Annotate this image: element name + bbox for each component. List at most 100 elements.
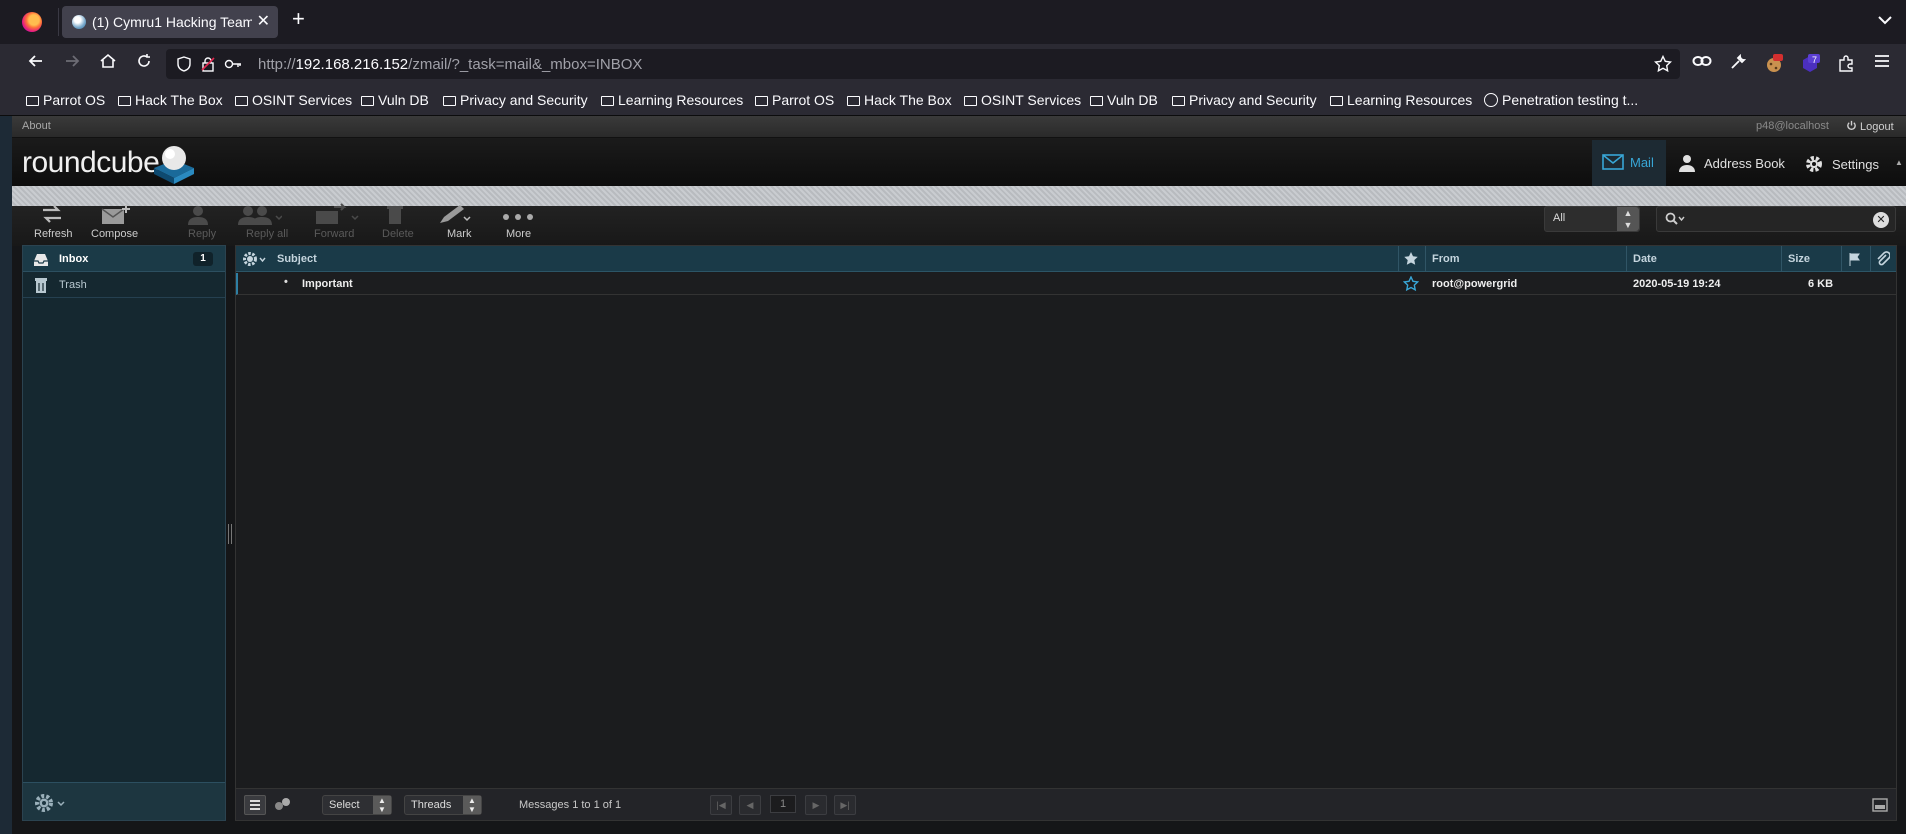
bookmark-folder[interactable]: OSINT Services bbox=[235, 92, 352, 108]
first-page-icon[interactable]: |◀ bbox=[710, 795, 732, 815]
reply-all-button[interactable]: Reply all bbox=[246, 228, 288, 240]
flag-star-icon[interactable] bbox=[1402, 275, 1420, 297]
clear-search-icon[interactable]: ✕ bbox=[1873, 212, 1889, 228]
collapse-header-icon[interactable]: ▲ bbox=[1895, 158, 1903, 167]
close-tab-icon[interactable]: ✕ bbox=[257, 11, 270, 31]
browser-tab[interactable]: (1) Cymru1 Hacking Team ✕ bbox=[62, 6, 278, 38]
settings-task-button[interactable]: Settings bbox=[1804, 154, 1879, 174]
last-page-icon[interactable]: ▶| bbox=[834, 795, 856, 815]
url-text[interactable]: http://192.168.216.152/zmail/?_task=mail… bbox=[258, 56, 642, 73]
bookmark-folder[interactable]: Learning Resources bbox=[1330, 92, 1472, 108]
app-menu-icon[interactable] bbox=[1872, 54, 1892, 74]
threads-dropdown[interactable]: Threads ▲ ▼ bbox=[404, 795, 482, 815]
message-count: Messages 1 to 1 of 1 bbox=[519, 799, 622, 811]
filter-select[interactable]: All ▲ ▼ bbox=[1544, 206, 1640, 232]
gear-icon bbox=[1806, 156, 1822, 172]
badge-extension-icon[interactable]: 7 bbox=[1800, 54, 1820, 74]
bookmark-folder[interactable]: Learning Resources bbox=[601, 92, 743, 108]
bookmark-folder[interactable]: Hack The Box bbox=[847, 92, 952, 108]
refresh-icon[interactable] bbox=[40, 203, 64, 225]
extensions-puzzle-icon[interactable] bbox=[1836, 54, 1856, 74]
forward-button[interactable]: Forward bbox=[314, 228, 354, 240]
flag-column-icon[interactable] bbox=[1848, 252, 1862, 271]
subject-column-header[interactable]: Subject bbox=[277, 253, 317, 265]
delete-button[interactable]: Delete bbox=[382, 228, 414, 240]
refresh-button[interactable]: Refresh bbox=[34, 228, 73, 240]
bookmark-folder[interactable]: Hack The Box bbox=[118, 92, 223, 108]
roundcube-favicon-icon bbox=[72, 15, 86, 29]
forward-icon[interactable] bbox=[314, 203, 360, 225]
page-number[interactable]: 1 bbox=[770, 795, 796, 813]
key-icon[interactable] bbox=[224, 56, 242, 77]
wrench-extension-icon[interactable] bbox=[1728, 53, 1748, 74]
bookmark-folder[interactable]: Vuln DB bbox=[361, 92, 429, 108]
preview-pane-toggle-icon[interactable] bbox=[1872, 798, 1888, 817]
next-page-icon[interactable]: ▶ bbox=[805, 795, 827, 815]
address-book-task-button[interactable]: Address Book bbox=[1678, 154, 1785, 172]
reply-icon[interactable] bbox=[184, 203, 210, 225]
list-view-icon[interactable] bbox=[244, 795, 266, 815]
bookmark-star-icon[interactable] bbox=[1653, 54, 1673, 78]
reply-all-icon[interactable] bbox=[236, 203, 283, 225]
threads-view-icon[interactable] bbox=[274, 797, 292, 816]
table-row[interactable]: • Important root@powergrid 2020-05-19 19… bbox=[236, 273, 1896, 295]
bookmark-link[interactable]: Penetration testing t... bbox=[1484, 92, 1638, 108]
bookmark-label: Hack The Box bbox=[135, 92, 223, 108]
flagged-column-star-icon[interactable] bbox=[1403, 251, 1419, 272]
url-host: 192.168.216.152 bbox=[295, 56, 409, 73]
folder-icon bbox=[26, 96, 39, 106]
mail-task-button[interactable]: Mail bbox=[1602, 154, 1654, 170]
back-button[interactable] bbox=[24, 52, 48, 76]
tracking-shield-icon[interactable] bbox=[176, 56, 192, 77]
bookmark-label: Hack The Box bbox=[864, 92, 952, 108]
size-column-header[interactable]: Size bbox=[1788, 253, 1810, 265]
reload-button[interactable] bbox=[132, 52, 156, 76]
bookmark-folder[interactable]: Vuln DB bbox=[1090, 92, 1158, 108]
person-icon bbox=[1679, 155, 1695, 172]
message-size: 6 KB bbox=[1808, 278, 1834, 290]
bookmark-folder[interactable]: Privacy and Security bbox=[443, 92, 588, 108]
bookmark-folder[interactable]: Parrot OS bbox=[755, 92, 834, 108]
cookie-extension-icon[interactable] bbox=[1764, 54, 1784, 74]
search-icon[interactable] bbox=[1665, 212, 1685, 229]
search-input[interactable]: ✕ bbox=[1656, 206, 1896, 232]
previous-page-icon[interactable]: ◀ bbox=[739, 795, 761, 815]
firefox-icon[interactable] bbox=[22, 12, 42, 32]
about-link[interactable]: About bbox=[22, 120, 51, 132]
more-icon[interactable] bbox=[502, 203, 534, 225]
compose-icon[interactable] bbox=[100, 203, 132, 225]
url-bar[interactable]: http://192.168.216.152/zmail/?_task=mail… bbox=[166, 49, 1680, 79]
folder-label: Trash bbox=[59, 279, 87, 291]
mark-button[interactable]: Mark bbox=[447, 228, 471, 240]
folder-trash[interactable]: Trash bbox=[23, 272, 225, 298]
folder-list: Inbox 1 Trash bbox=[22, 245, 226, 821]
list-all-tabs-icon[interactable] bbox=[1878, 12, 1892, 28]
attachment-column-icon[interactable] bbox=[1876, 251, 1891, 272]
folder-icon bbox=[443, 96, 456, 106]
bookmark-folder[interactable]: OSINT Services bbox=[964, 92, 1081, 108]
new-tab-button[interactable]: + bbox=[292, 8, 305, 30]
bookmark-folder[interactable]: Parrot OS bbox=[26, 92, 105, 108]
select-dropdown[interactable]: Select ▲ ▼ bbox=[322, 795, 392, 815]
mask-extension-icon[interactable] bbox=[1692, 54, 1712, 74]
insecure-lock-icon[interactable] bbox=[200, 56, 216, 77]
more-button[interactable]: More bbox=[506, 228, 531, 240]
folder-inbox[interactable]: Inbox 1 bbox=[23, 246, 225, 272]
logout-button[interactable]: Logout bbox=[1846, 120, 1894, 133]
pane-splitter[interactable] bbox=[228, 524, 232, 544]
date-column-header[interactable]: Date bbox=[1633, 253, 1657, 265]
from-column-header[interactable]: From bbox=[1432, 253, 1460, 265]
delete-icon[interactable] bbox=[384, 203, 406, 225]
reply-button[interactable]: Reply bbox=[188, 228, 216, 240]
mark-icon[interactable] bbox=[436, 203, 476, 225]
envelope-icon bbox=[1602, 154, 1624, 170]
home-button[interactable] bbox=[96, 52, 120, 76]
extension-badge-count: 7 bbox=[1812, 55, 1818, 65]
roundcube-logo: roundcube bbox=[22, 146, 160, 179]
folder-options-gear-icon[interactable] bbox=[33, 792, 67, 820]
compose-button[interactable]: Compose bbox=[91, 228, 138, 240]
bookmark-folder[interactable]: Privacy and Security bbox=[1172, 92, 1317, 108]
message-subject[interactable]: Important bbox=[302, 278, 353, 290]
forward-nav-button[interactable] bbox=[60, 52, 84, 76]
list-options-gear-icon[interactable] bbox=[242, 251, 268, 272]
